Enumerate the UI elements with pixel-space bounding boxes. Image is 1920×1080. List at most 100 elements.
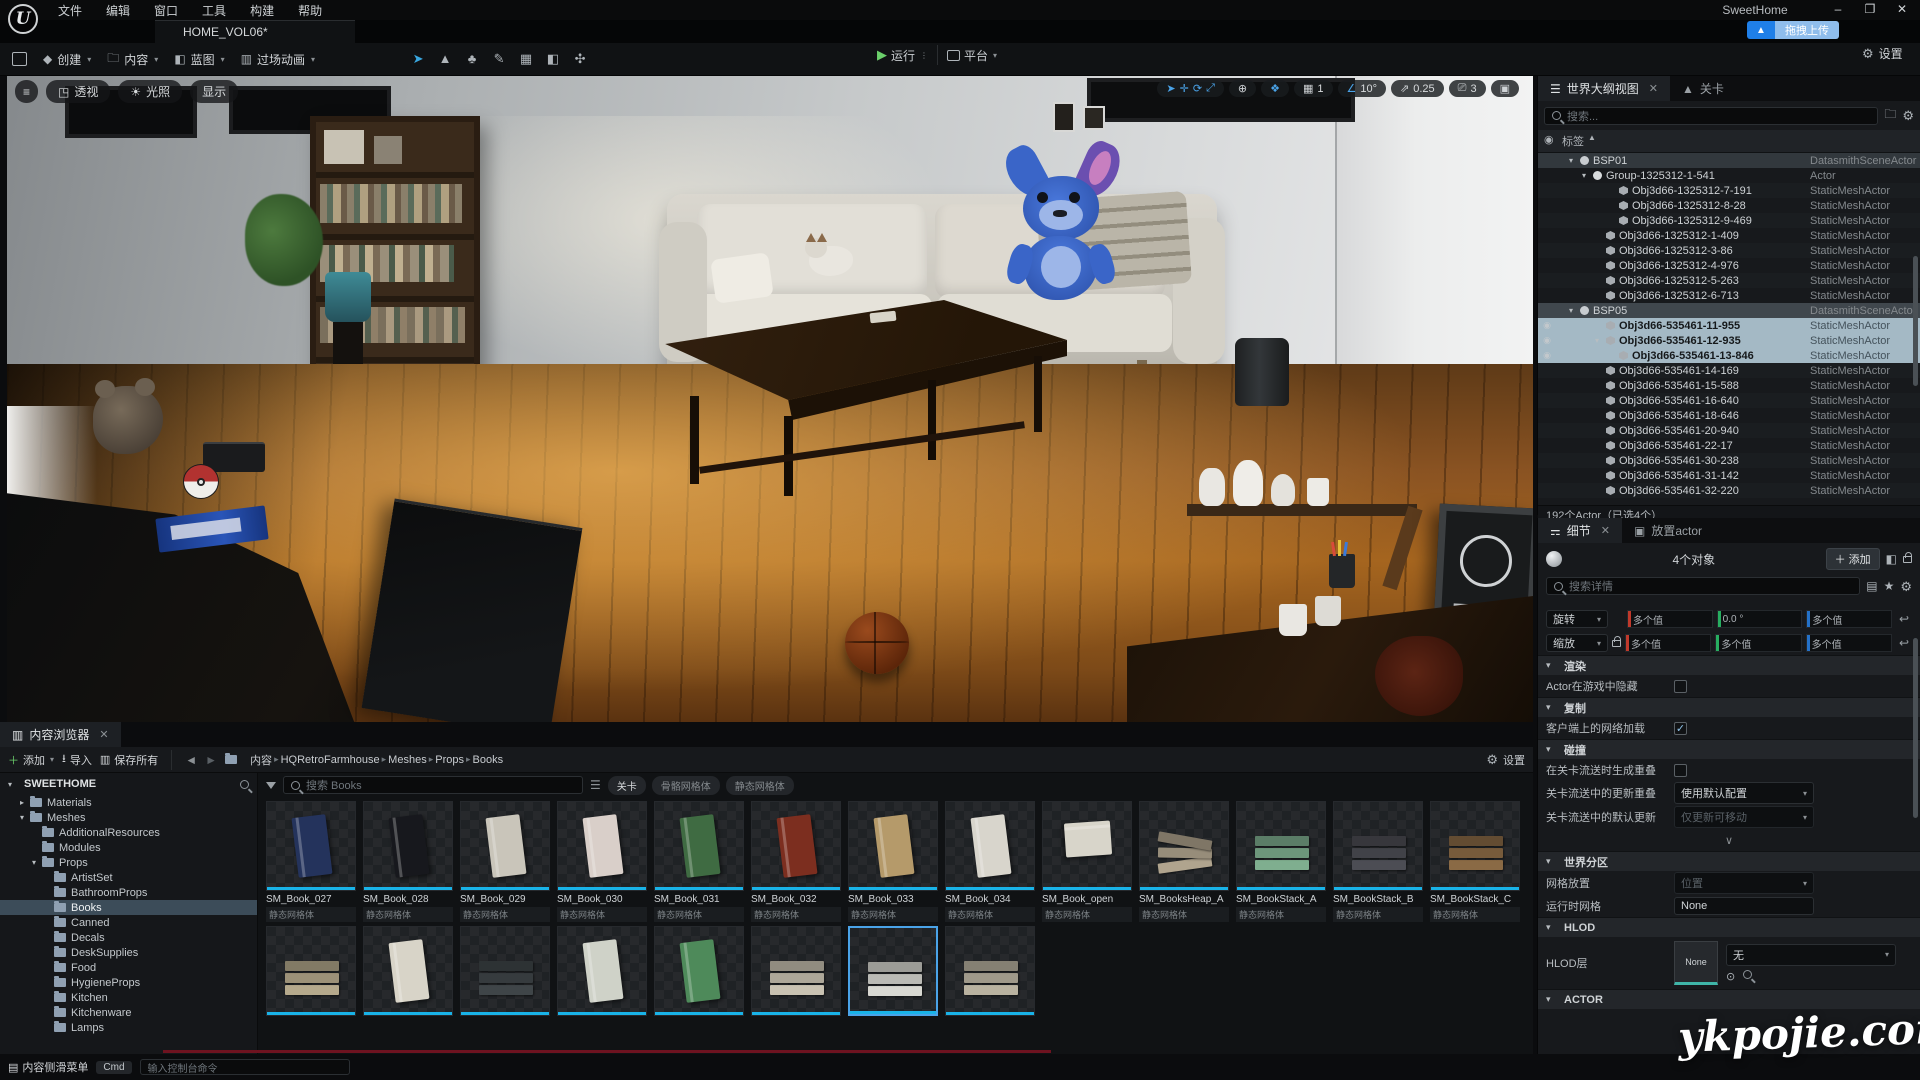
- expand-arrow-icon[interactable]: ▾: [1595, 336, 1605, 345]
- new-folder-icon[interactable]: 🗀: [1884, 105, 1896, 126]
- tab-place-actors[interactable]: ▣ 放置actor: [1622, 518, 1714, 543]
- section-header-渲染[interactable]: ▾渲染: [1538, 655, 1920, 675]
- outliner-row[interactable]: Obj3d66-535461-31-142StaticMeshActor: [1538, 468, 1920, 483]
- tab-levels[interactable]: ▲ 关卡: [1670, 76, 1736, 101]
- outliner-row[interactable]: Obj3d66-1325312-7-191StaticMeshActor: [1538, 183, 1920, 198]
- property-input[interactable]: None: [1674, 897, 1814, 915]
- filter-chip-关卡[interactable]: 关卡: [608, 776, 646, 795]
- project-root-label[interactable]: SWEETHOME: [24, 778, 96, 790]
- expand-arrow-icon[interactable]: ▾: [1569, 156, 1579, 165]
- checkbox[interactable]: [1674, 680, 1687, 693]
- asset-tile-SM_Book_031[interactable]: SM_Book_031静态网格体: [654, 801, 744, 922]
- breadcrumb-item[interactable]: 内容: [250, 752, 272, 768]
- expand-arrow-icon[interactable]: ▾: [32, 858, 42, 867]
- toolbar-settings[interactable]: ⚙ 设置: [1862, 45, 1903, 62]
- landscape-mode-icon[interactable]: ▲: [436, 50, 454, 68]
- level-tab[interactable]: HOME_VOL06*: [155, 20, 355, 43]
- details-settings-icon[interactable]: ⚙: [1900, 580, 1912, 593]
- outliner-row[interactable]: Obj3d66-535461-15-588StaticMeshActor: [1538, 378, 1920, 393]
- modeling-mode-icon[interactable]: ◧: [544, 50, 562, 68]
- restore-button[interactable]: ❐: [1862, 2, 1878, 16]
- asset-tile-row2-4[interactable]: [654, 926, 744, 1016]
- toolbar-blueprint[interactable]: ◧蓝图▾: [166, 45, 232, 74]
- sidebar-folder-Kitchenware[interactable]: Kitchenware: [0, 1005, 257, 1020]
- outliner-row[interactable]: ◉Obj3d66-535461-11-955StaticMeshActor: [1538, 318, 1920, 333]
- transform-value-field[interactable]: 多个值: [1806, 634, 1892, 652]
- forward-icon[interactable]: ►: [205, 753, 217, 767]
- expand-arrow-icon[interactable]: ▸: [20, 798, 30, 807]
- asset-tile-SM_Book_033[interactable]: SM_Book_033静态网格体: [848, 801, 938, 922]
- blueprint-convert-icon[interactable]: ◧: [1886, 552, 1897, 566]
- asset-tile-row2-6[interactable]: [848, 926, 938, 1016]
- property-dropdown[interactable]: 使用默认配置▾: [1674, 782, 1814, 804]
- cb-save-all-button[interactable]: ▥保存所有: [100, 752, 158, 768]
- expand-arrow-icon[interactable]: ▾: [1582, 171, 1592, 180]
- menu-item-文件[interactable]: 文件: [48, 0, 92, 22]
- menu-item-帮助[interactable]: 帮助: [288, 0, 332, 22]
- outliner-row[interactable]: Obj3d66-1325312-4-976StaticMeshActor: [1538, 258, 1920, 273]
- asset-tile-SM_BookStack_A[interactable]: SM_BookStack_A静态网格体: [1236, 801, 1326, 922]
- property-dropdown[interactable]: 仅更新可移动▾: [1674, 806, 1814, 828]
- sidebar-folder-AdditionalResources[interactable]: AdditionalResources: [0, 825, 257, 840]
- details-search-input[interactable]: 搜索详情: [1546, 577, 1860, 595]
- animation-mode-icon[interactable]: ✣: [571, 50, 589, 68]
- cb-add-button[interactable]: ＋添加▾: [8, 752, 54, 768]
- outliner-search-input[interactable]: 搜索...: [1544, 107, 1878, 125]
- outliner-row[interactable]: ◉Obj3d66-535461-13-846StaticMeshActor: [1538, 348, 1920, 363]
- cb-import-button[interactable]: ⭳导入: [62, 750, 92, 769]
- section-header-复制[interactable]: ▾复制: [1538, 697, 1920, 717]
- transform-value-field[interactable]: 多个值: [1806, 610, 1892, 628]
- sidebar-folder-ArtistSet[interactable]: ArtistSet: [0, 870, 257, 885]
- checkbox[interactable]: ✓: [1674, 722, 1687, 735]
- tab-world-outliner[interactable]: ☰ 世界大纲视图✕: [1538, 76, 1670, 101]
- reset-to-default-icon[interactable]: ↩: [1896, 636, 1912, 650]
- use-selected-icon[interactable]: ⊙: [1726, 970, 1735, 983]
- sidebar-folder-BathroomProps[interactable]: BathroomProps: [0, 885, 257, 900]
- sidebar-folder-Decals[interactable]: Decals: [0, 930, 257, 945]
- asset-tile-SM_Book_open[interactable]: SM_Book_open静态网格体: [1042, 801, 1132, 922]
- outliner-row[interactable]: Obj3d66-535461-32-220StaticMeshActor: [1538, 483, 1920, 498]
- sidebar-folder-DeskSupplies[interactable]: DeskSupplies: [0, 945, 257, 960]
- sidebar-folder-Meshes[interactable]: ▾Meshes: [0, 810, 257, 825]
- expand-arrow-icon[interactable]: ▾: [20, 813, 30, 822]
- outliner-row[interactable]: Obj3d66-1325312-8-28StaticMeshActor: [1538, 198, 1920, 213]
- add-component-button[interactable]: ＋ 添加: [1826, 548, 1880, 570]
- minimize-button[interactable]: –: [1830, 2, 1846, 16]
- asset-tile-SM_Book_030[interactable]: SM_Book_030静态网格体: [557, 801, 647, 922]
- checkbox[interactable]: [1674, 764, 1687, 777]
- asset-tile-SM_Book_027[interactable]: SM_Book_027静态网格体: [266, 801, 356, 922]
- transform-axis-dropdown[interactable]: 旋转▾: [1546, 610, 1608, 628]
- tab-content-browser[interactable]: ▥ 内容浏览器✕: [0, 722, 121, 747]
- back-icon[interactable]: ◄: [185, 753, 197, 767]
- breadcrumb-item[interactable]: Meshes: [388, 754, 427, 766]
- content-drawer-button[interactable]: ▤内容侧滑菜单: [8, 1059, 88, 1075]
- breadcrumb-item[interactable]: Books: [473, 754, 504, 766]
- asset-tile-row2-3[interactable]: [557, 926, 647, 1016]
- outliner-row[interactable]: Obj3d66-1325312-6-713StaticMeshActor: [1538, 288, 1920, 303]
- expand-arrow-icon[interactable]: ▾: [1569, 306, 1579, 315]
- hlod-thumbnail[interactable]: None: [1674, 941, 1718, 985]
- breadcrumb-root-folder[interactable]: [225, 755, 242, 764]
- details-scrollbar[interactable]: [1913, 638, 1918, 818]
- toolbar-cinematics[interactable]: ▥过场动画▾: [233, 45, 323, 74]
- outliner-row[interactable]: ▾Group-1325312-1-541Actor: [1538, 168, 1920, 183]
- asset-tile-row2-7[interactable]: [945, 926, 1035, 1016]
- play-options-icon[interactable]: ⋮: [920, 51, 928, 60]
- save-button[interactable]: [0, 48, 35, 70]
- breadcrumb-item[interactable]: HQRetroFarmhouse: [281, 754, 380, 766]
- browse-icon[interactable]: [1743, 970, 1752, 979]
- outliner-row[interactable]: Obj3d66-535461-14-169StaticMeshActor: [1538, 363, 1920, 378]
- netdisk-upload-badge[interactable]: ▲ 拖拽上传: [1747, 21, 1839, 39]
- scale-lock-icon[interactable]: [1612, 640, 1621, 647]
- play-icon[interactable]: ▶: [877, 47, 887, 63]
- chevron-down-icon[interactable]: ▾: [8, 780, 18, 789]
- toolbar-content[interactable]: 🗀内容▾: [99, 45, 166, 74]
- filter-chip-骨骼网格体[interactable]: 骨骼网格体: [652, 776, 720, 795]
- asset-tile-SM_BookStack_B[interactable]: SM_BookStack_B静态网格体: [1333, 801, 1423, 922]
- outliner-row[interactable]: ▾BSP05DatasmithSceneActor: [1538, 303, 1920, 318]
- transform-value-field[interactable]: 0.0 °: [1717, 610, 1803, 628]
- reset-to-default-icon[interactable]: ↩: [1896, 612, 1912, 626]
- console-command-input[interactable]: 输入控制台命令: [140, 1059, 350, 1075]
- toolbar-create[interactable]: ◆创建▾: [35, 45, 99, 74]
- asset-tile-SM_Book_032[interactable]: SM_Book_032静态网格体: [751, 801, 841, 922]
